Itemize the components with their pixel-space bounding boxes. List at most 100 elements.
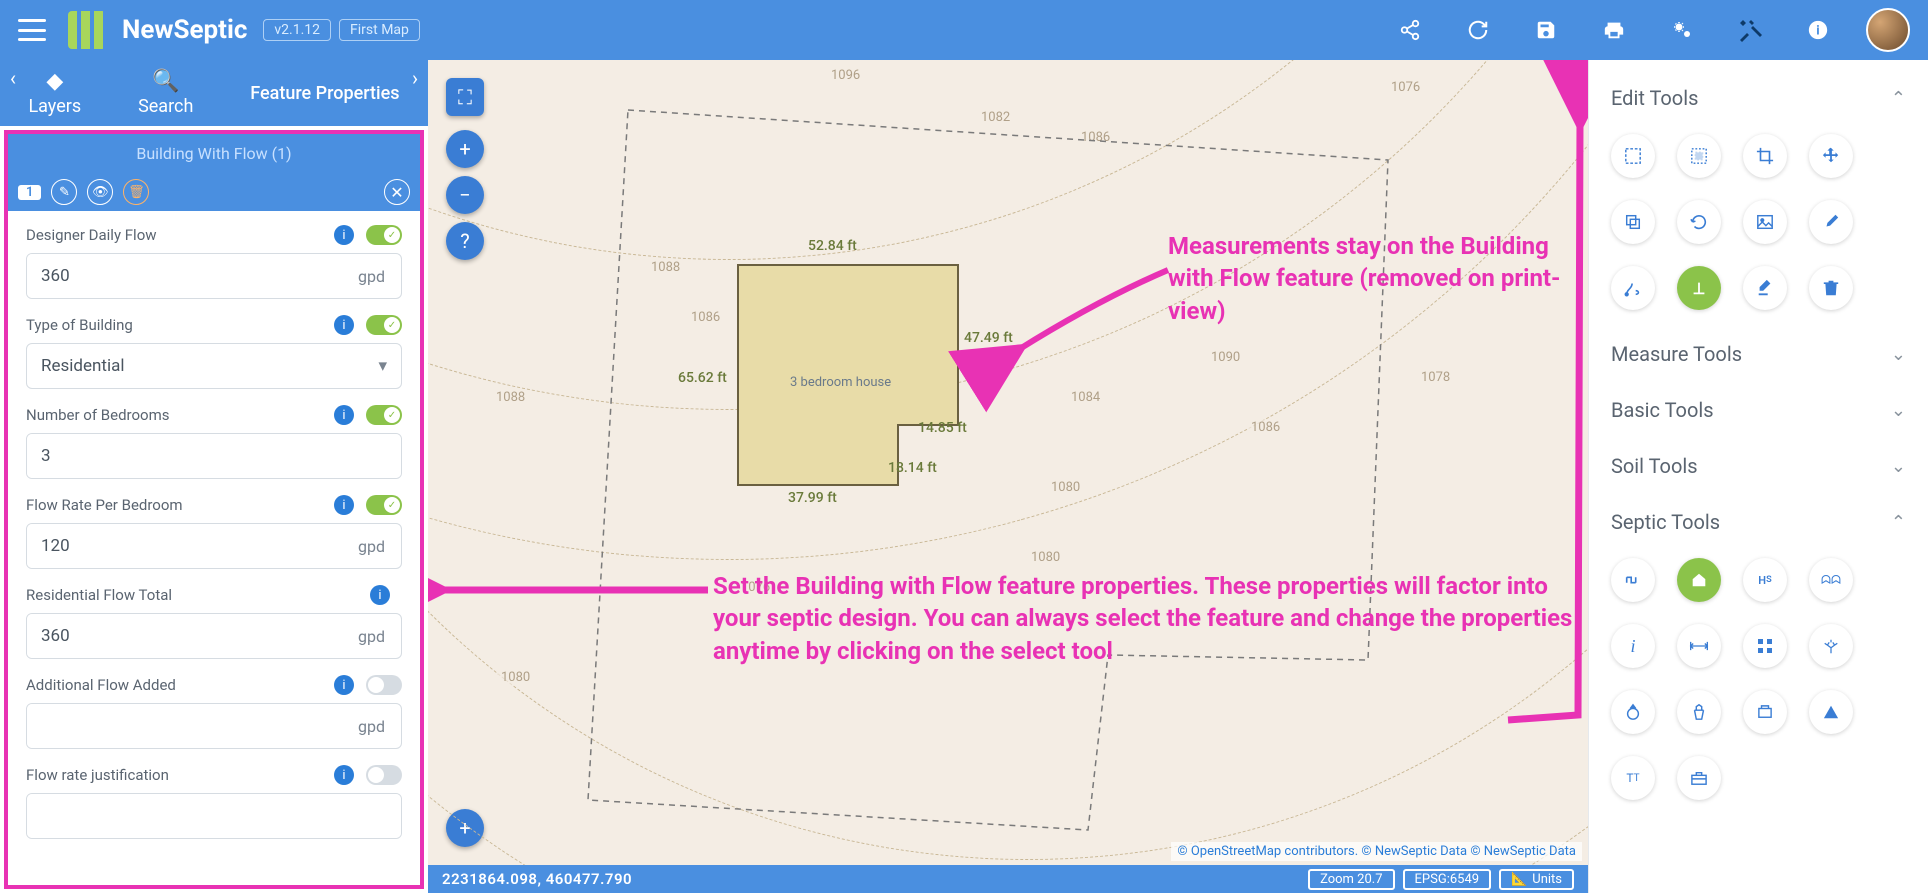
close-icon[interactable]: ✕ (384, 179, 410, 205)
settings-icon[interactable] (1662, 10, 1702, 50)
tool-move[interactable] (1809, 134, 1853, 178)
info-icon[interactable]: i (334, 405, 354, 425)
input-additional-flow-added[interactable] (27, 704, 341, 748)
section-basic-tools[interactable]: Basic Tools⌄ (1607, 382, 1910, 438)
section-edit-tools[interactable]: Edit Tools⌃ (1607, 70, 1910, 126)
refresh-icon[interactable] (1458, 10, 1498, 50)
menu-icon[interactable] (18, 19, 46, 41)
tool-delete[interactable] (1809, 266, 1853, 310)
label-designer-daily-flow: Designer Daily Flow (26, 226, 157, 244)
tool-dimension[interactable] (1677, 624, 1721, 668)
tab-layers[interactable]: ◆Layers (28, 69, 81, 117)
newseptic-link-2[interactable]: © NewSeptic Data (1470, 844, 1576, 859)
tool-rotate[interactable] (1677, 200, 1721, 244)
tool-copy[interactable] (1611, 200, 1655, 244)
chevron-down-icon: ⌄ (1891, 344, 1906, 365)
input-designer-daily-flow[interactable] (27, 254, 341, 298)
tool-image[interactable] (1743, 200, 1787, 244)
tool-crop[interactable] (1743, 134, 1787, 178)
input-number-of-bedrooms[interactable] (27, 434, 401, 478)
chevron-up-icon: ⌃ (1891, 512, 1906, 533)
user-avatar[interactable] (1866, 8, 1910, 52)
tool-tank[interactable] (1743, 690, 1787, 734)
section-label: Basic Tools (1611, 398, 1714, 422)
toggle-additional-flow-added[interactable] (366, 675, 402, 695)
map-statusbar: 2231864.098, 460477.790 Zoom 20.7 EPSG:6… (428, 865, 1588, 893)
section-septic-tools[interactable]: Septic Tools ⌃ (1607, 494, 1910, 550)
input-flow-rate-per-bedroom[interactable] (27, 524, 341, 568)
section-label: Septic Tools (1611, 510, 1720, 534)
share-icon[interactable] (1390, 10, 1430, 50)
toggle-type-of-building[interactable] (366, 315, 402, 335)
tool-select[interactable] (1611, 134, 1655, 178)
info-icon[interactable]: i (1798, 10, 1838, 50)
info-icon[interactable]: i (334, 225, 354, 245)
info-icon[interactable]: i (334, 765, 354, 785)
status-units[interactable]: 📐 Units (1499, 869, 1574, 890)
tab-search[interactable]: 🔍Search (138, 69, 193, 117)
feature-count-badge: 1 (18, 185, 41, 200)
status-coords: 2231864.098, 460477.790 (442, 870, 632, 888)
status-zoom[interactable]: Zoom 20.7 (1308, 869, 1394, 890)
tool-tree[interactable] (1809, 624, 1853, 668)
toolbar-btn-2[interactable]: 👁 (87, 179, 113, 205)
unit-gpd: gpd (341, 254, 401, 298)
toggle-flow-rate-justification[interactable] (366, 765, 402, 785)
map-attribution: © OpenStreetMap contributors. © NewSepti… (1171, 842, 1582, 861)
right-panel: Edit Tools⌃ Measure Tools⌄ Basic Tools⌄ … (1588, 60, 1928, 893)
newseptic-link-1[interactable]: © NewSeptic Data (1361, 844, 1467, 859)
info-icon[interactable]: i (334, 675, 354, 695)
tool-building-with-flow[interactable] (1677, 558, 1721, 602)
tool-brush[interactable] (1809, 200, 1853, 244)
edit-tools-grid (1607, 126, 1910, 326)
select-type-of-building[interactable]: Residential▾ (26, 343, 402, 389)
map-name-badge[interactable]: First Map (339, 19, 420, 41)
tool-clean[interactable] (1743, 266, 1787, 310)
label-additional-flow-added: Additional Flow Added (26, 676, 176, 694)
map-canvas[interactable]: ⛶ + − ? + 1096 1076 1082 1086 1088 1084 … (428, 60, 1588, 893)
print-icon[interactable] (1594, 10, 1634, 50)
input-residential-flow-total[interactable] (27, 614, 341, 658)
tool-aa[interactable]: ᗣᗣ (1809, 558, 1853, 602)
info-icon[interactable]: i (370, 585, 390, 605)
svg-text:i: i (1816, 24, 1819, 39)
tool-triangle[interactable] (1809, 690, 1853, 734)
tool-pipe[interactable] (1611, 558, 1655, 602)
tabs-next-icon[interactable]: › (412, 66, 418, 90)
tool-well[interactable] (1677, 690, 1721, 734)
osm-link[interactable]: © OpenStreetMap contributors. (1177, 844, 1358, 859)
field-number-of-bedrooms: Number of Bedroomsi (26, 405, 402, 479)
status-epsg[interactable]: EPSG:6549 (1403, 869, 1492, 890)
info-icon[interactable]: i (334, 495, 354, 515)
arrow-to-building (998, 260, 1198, 370)
chevron-down-icon: ⌄ (1891, 456, 1906, 477)
toolbar-btn-delete[interactable]: 🗑 (123, 179, 149, 205)
input-flow-rate-justification[interactable] (27, 794, 401, 838)
toolbar-btn-1[interactable]: ✎ (51, 179, 77, 205)
section-soil-tools[interactable]: Soil Tools⌄ (1607, 438, 1910, 494)
tool-grid[interactable] (1743, 624, 1787, 668)
save-icon[interactable] (1526, 10, 1566, 50)
tabs-prev-icon[interactable]: ‹ (10, 66, 16, 90)
select-value: Residential (41, 356, 124, 376)
toggle-flow-rate-per-bedroom[interactable] (366, 495, 402, 515)
info-icon[interactable]: i (334, 315, 354, 335)
tools-icon[interactable] (1730, 10, 1770, 50)
toggle-designer-daily-flow[interactable] (366, 225, 402, 245)
tool-marquee[interactable] (1677, 134, 1721, 178)
tool-path[interactable] (1611, 266, 1655, 310)
parcel-boundary (548, 100, 1448, 850)
tool-toolbox[interactable] (1677, 756, 1721, 800)
tool-hs[interactable]: HS (1743, 558, 1787, 602)
tool-info-septic[interactable]: i (1611, 624, 1655, 668)
layers-icon: ◆ (28, 69, 81, 94)
building-with-flow-feature[interactable]: 3 bedroom house (728, 255, 988, 539)
toggle-number-of-bedrooms[interactable] (366, 405, 402, 425)
section-measure-tools[interactable]: Measure Tools⌄ (1607, 326, 1910, 382)
tool-perpendicular[interactable] (1677, 266, 1721, 310)
contour-label: 1096 (828, 68, 863, 83)
tool-north[interactable] (1611, 690, 1655, 734)
label-type-of-building: Type of Building (26, 316, 133, 334)
tool-text[interactable]: TT (1611, 756, 1655, 800)
tab-feature-properties[interactable]: Feature Properties (250, 83, 399, 104)
